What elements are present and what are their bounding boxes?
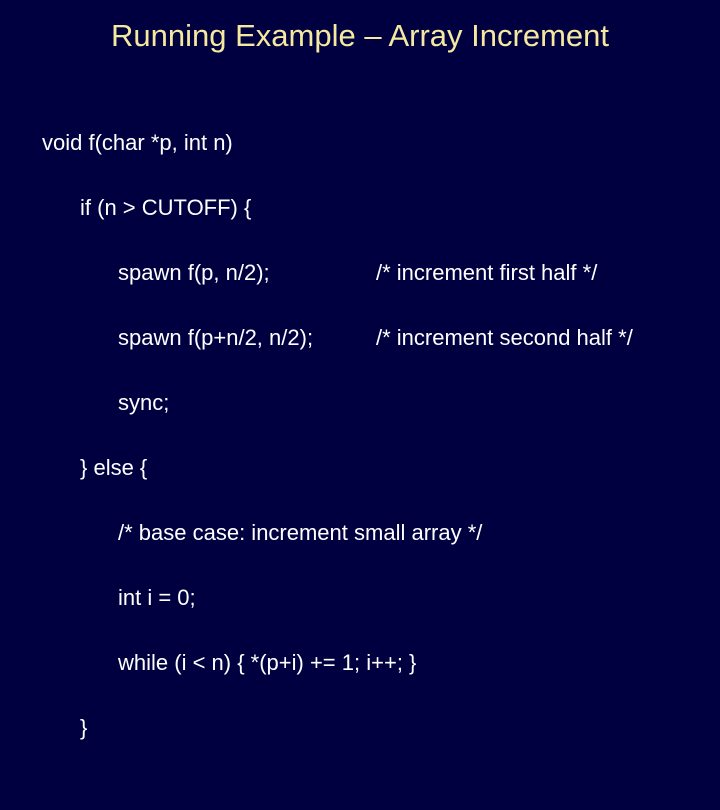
slide-title: Running Example – Array Increment	[0, 0, 720, 54]
code-text: int i = 0;	[42, 582, 196, 615]
code-comment: /* base case: increment small array */	[42, 517, 482, 550]
code-text: while (i < n) { *(p+i) += 1; i++; }	[42, 647, 416, 680]
code-line-10: }	[42, 712, 720, 745]
code-line-3: spawn f(p, n/2);/* increment first half …	[42, 257, 720, 290]
code-line-1: void f(char *p, int n)	[42, 127, 720, 160]
code-text: if (n > CUTOFF) {	[42, 192, 251, 225]
code-call: spawn f(p+n/2, n/2);	[118, 322, 376, 355]
code-text: sync;	[42, 387, 169, 420]
code-text: }	[42, 712, 87, 745]
code-line-5: sync;	[42, 387, 720, 420]
code-call: spawn f(p, n/2);	[118, 257, 376, 290]
code-line-6: } else {	[42, 452, 720, 485]
code-block: void f(char *p, int n) if (n > CUTOFF) {…	[0, 54, 720, 810]
code-line-7: /* base case: increment small array */	[42, 517, 720, 550]
code-text: } else {	[42, 452, 147, 485]
code-comment: /* increment second half */	[376, 322, 633, 355]
code-line-2: if (n > CUTOFF) {	[42, 192, 720, 225]
code-line-4: spawn f(p+n/2, n/2);/* increment second …	[42, 322, 720, 355]
code-line-8: int i = 0;	[42, 582, 720, 615]
slide: Running Example – Array Increment void f…	[0, 0, 720, 540]
code-line-9: while (i < n) { *(p+i) += 1; i++; }	[42, 647, 720, 680]
code-comment: /* increment first half */	[376, 257, 597, 290]
